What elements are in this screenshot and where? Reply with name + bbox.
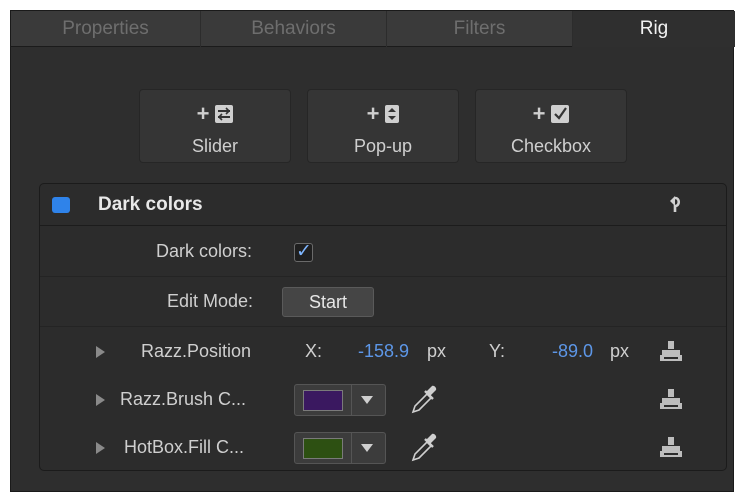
- tab-behaviors[interactable]: Behaviors: [201, 11, 387, 47]
- tab-bar: Properties Behaviors Filters Rig: [11, 11, 735, 47]
- edit-mode-start-button[interactable]: Start: [282, 287, 374, 317]
- divider: [351, 433, 352, 463]
- widget-header: Dark colors: [40, 184, 726, 226]
- disclosure-triangle-icon[interactable]: [96, 394, 105, 406]
- plus-icon: +: [196, 101, 210, 126]
- publish-icon[interactable]: [660, 341, 682, 361]
- plus-icon: +: [532, 101, 546, 126]
- chevron-down-icon[interactable]: [361, 444, 373, 452]
- disclosure-triangle-icon[interactable]: [96, 442, 105, 454]
- inspector-window: Properties Behaviors Filters Rig + Slide…: [10, 10, 735, 492]
- eyedropper-icon[interactable]: [408, 433, 438, 463]
- color-swatch[interactable]: [303, 438, 343, 459]
- divider: [351, 385, 352, 415]
- dark-colors-row: Dark colors: ✓: [40, 227, 726, 277]
- disclosure-triangle-icon[interactable]: [96, 346, 105, 358]
- popup-icon: [385, 105, 400, 123]
- plus-icon: +: [366, 101, 380, 126]
- chevron-down-icon[interactable]: [361, 396, 373, 404]
- edit-mode-row: Edit Mode: Start: [40, 277, 726, 327]
- tab-rig[interactable]: Rig: [573, 11, 735, 47]
- publish-icon[interactable]: [660, 437, 682, 457]
- x-label: X:: [305, 341, 323, 361]
- publish-icon[interactable]: [660, 389, 682, 409]
- widget-enable-checkbox[interactable]: [52, 197, 70, 213]
- dark-colors-checkbox[interactable]: ✓: [294, 241, 313, 262]
- add-slider-button[interactable]: + Slider: [139, 89, 291, 163]
- checkmark-icon: ✓: [296, 241, 312, 262]
- eyedropper-icon[interactable]: [408, 385, 438, 415]
- param-label-fill-color: HotBox.Fill C...: [124, 437, 245, 457]
- checkbox-label: Checkbox: [510, 136, 592, 156]
- dark-colors-label: Dark colors:: [156, 241, 253, 261]
- param-label-brush-color: Razz.Brush C...: [120, 389, 247, 409]
- y-label: Y:: [489, 341, 506, 361]
- widget-panel: Dark colors Dark colors: ✓ Edit Mode: St…: [39, 183, 727, 471]
- y-value-field[interactable]: -89.0: [552, 341, 593, 362]
- edit-mode-label: Edit Mode:: [167, 291, 254, 311]
- tab-properties[interactable]: Properties: [11, 11, 201, 47]
- x-unit: px: [427, 341, 447, 361]
- slider-icon: [215, 105, 234, 123]
- widget-title: Dark colors: [98, 194, 203, 215]
- tab-filters[interactable]: Filters: [387, 11, 573, 47]
- param-row-brush-color: Razz.Brush C...: [40, 377, 726, 425]
- add-popup-button[interactable]: + Pop-up: [307, 89, 459, 163]
- param-row-fill-color: HotBox.Fill C...: [40, 425, 726, 471]
- popup-label: Pop-up: [353, 136, 413, 156]
- color-well-fill[interactable]: [294, 432, 386, 464]
- y-unit: px: [610, 341, 630, 361]
- reset-arrow-icon[interactable]: [668, 195, 682, 215]
- x-value-field[interactable]: -158.9: [358, 341, 409, 362]
- slider-label: Slider: [191, 136, 239, 156]
- param-row-position: Razz.Position X: -158.9 px Y: -89.0 px: [40, 327, 726, 377]
- add-checkbox-button[interactable]: + Checkbox: [475, 89, 627, 163]
- color-swatch[interactable]: [303, 390, 343, 411]
- color-well-brush[interactable]: [294, 384, 386, 416]
- checkbox-icon: [551, 105, 570, 123]
- param-label-position: Razz.Position: [141, 341, 252, 361]
